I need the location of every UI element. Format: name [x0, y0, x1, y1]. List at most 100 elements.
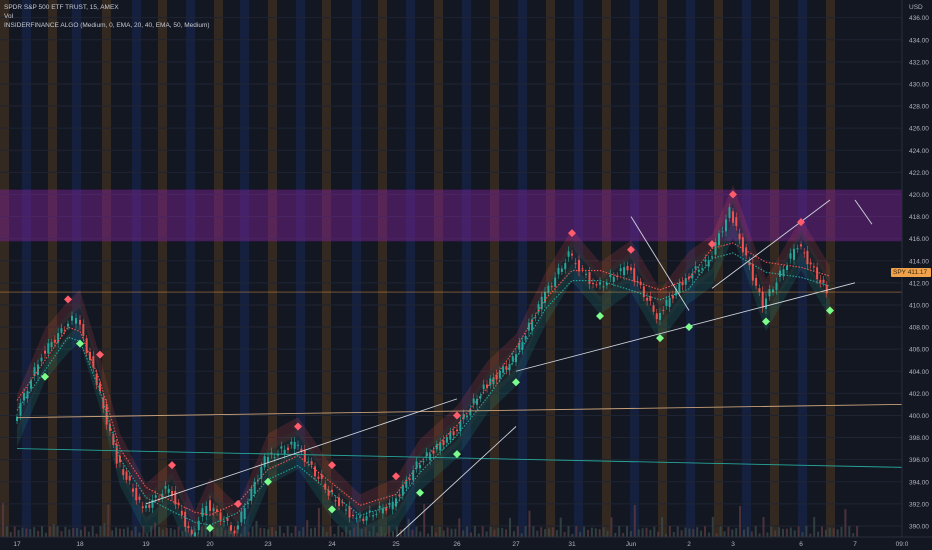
candle-body [449, 431, 452, 440]
price-tick-label: 436.00 [909, 15, 929, 22]
candle-body [280, 446, 283, 449]
candle-body [751, 263, 754, 281]
volume-bar [251, 526, 254, 537]
candle-body [554, 277, 557, 287]
volume-bar [56, 526, 59, 537]
volume-bar [181, 531, 184, 537]
volume-bar [111, 530, 114, 537]
price-tick-label: 410.00 [909, 302, 929, 309]
price-tick-label: 392.00 [909, 501, 929, 508]
candle-body [822, 279, 825, 283]
candle-body [765, 298, 767, 309]
volume-bar [415, 526, 418, 537]
chart-container[interactable]: USD 390.00 392.00 394.00 396.00 398.00 400.00 4… [0, 0, 932, 550]
candle-body [141, 506, 144, 509]
candle-body [105, 404, 108, 425]
volume-label[interactable]: Vol [4, 12, 210, 21]
volume-bar [438, 526, 441, 537]
volume-bar [856, 526, 859, 537]
volume-bar [380, 526, 383, 537]
volume-bar [33, 527, 36, 537]
volume-bar [785, 528, 788, 537]
price-tick-label: 390.00 [909, 523, 929, 530]
candle-body [626, 265, 629, 271]
volume-bar [782, 528, 784, 537]
volume-bar [122, 528, 125, 537]
volume-bar [828, 527, 831, 537]
candle-body [599, 282, 601, 285]
volume-bar [719, 526, 722, 537]
volume-bar [532, 526, 535, 537]
candle-body [53, 339, 56, 343]
candle-body [567, 251, 570, 257]
session-band [158, 0, 167, 537]
candle-body [534, 316, 537, 318]
candle-body [209, 500, 211, 512]
volume-bar [321, 526, 324, 537]
candle-body [718, 233, 720, 246]
candle-body [82, 323, 85, 336]
indicator-label[interactable]: INSIDERFINANCE ALGO (Medium, 0, EMA, 20,… [4, 21, 210, 30]
time-tick-label: 17 [13, 541, 21, 548]
candle-body [331, 489, 333, 493]
candle-body [190, 529, 193, 535]
volume-bar [165, 527, 168, 537]
volume-bar [692, 528, 695, 537]
volume-bar [649, 529, 652, 537]
volume-bar [536, 530, 539, 537]
volume-bar [587, 529, 589, 537]
candle-body [681, 281, 684, 286]
volume-bar [645, 527, 648, 537]
candle-body [456, 429, 458, 432]
volume-bar [852, 533, 855, 537]
volume-bar [477, 533, 480, 537]
candle-body [745, 247, 748, 256]
symbol-label[interactable]: SPDR S&P 500 ETF TRUST, 15, AMEX [4, 3, 210, 12]
volume-bar [668, 526, 671, 537]
volume-bar [255, 520, 258, 537]
currency-label: USD [909, 4, 923, 11]
candle-body [381, 508, 384, 514]
session-band [462, 0, 471, 537]
volume-bar [629, 531, 632, 537]
volume-bar [364, 527, 367, 537]
price-tick-label: 424.00 [909, 148, 929, 155]
candle-body [800, 244, 802, 247]
candle-body [688, 276, 690, 279]
price-tick-label: 416.00 [909, 236, 929, 243]
volume-bar [844, 509, 847, 537]
volume-bar [99, 526, 102, 537]
candle-body [609, 274, 612, 278]
candle-body [796, 248, 799, 250]
volume-bar [80, 529, 82, 537]
volume-bar [470, 532, 472, 537]
volume-bar [154, 522, 157, 537]
candle-body [167, 488, 170, 493]
volume-bar [423, 504, 426, 537]
candle-body [816, 267, 819, 280]
candle-body [23, 392, 25, 401]
time-tick-label: 2 [687, 541, 691, 548]
candle-body [287, 447, 289, 451]
volume-bar [228, 526, 231, 537]
candle-body [184, 511, 187, 527]
volume-bar [637, 529, 640, 537]
price-tick-label: 398.00 [909, 435, 929, 442]
candle-body [89, 351, 91, 361]
price-chart[interactable]: USD 390.00 392.00 394.00 396.00 398.00 400.00 4… [0, 0, 932, 550]
volume-bar [824, 529, 827, 537]
candle-body [132, 488, 134, 492]
candle-body [578, 260, 580, 272]
candle-body [694, 266, 697, 269]
volume-bar [821, 526, 823, 537]
volume-bar [68, 529, 71, 537]
price-tick-label: 400.00 [909, 413, 929, 420]
session-band [186, 0, 195, 537]
price-tick-label: 428.00 [909, 104, 929, 111]
price-tick-label: 406.00 [909, 347, 929, 354]
volume-bar [298, 530, 301, 537]
candle-body [135, 487, 138, 501]
volume-bar [353, 527, 355, 537]
volume-bar [41, 526, 43, 537]
price-tick-label: 422.00 [909, 170, 929, 177]
